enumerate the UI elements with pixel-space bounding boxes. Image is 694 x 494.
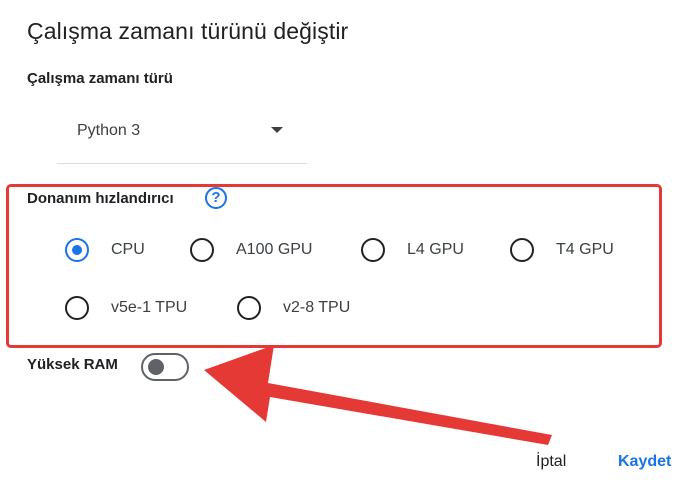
runtime-type-label: Çalışma zamanı türü — [27, 70, 173, 87]
radio-t4-gpu[interactable]: T4 GPU — [510, 238, 614, 262]
radio-circle-icon — [65, 238, 89, 262]
radio-circle-icon — [237, 296, 261, 320]
radio-v2-8-tpu[interactable]: v2-8 TPU — [237, 296, 350, 320]
cancel-button[interactable]: İptal — [536, 453, 566, 471]
radio-a100-gpu[interactable]: A100 GPU — [190, 238, 312, 262]
change-runtime-dialog: Çalışma zamanı türünü değiştir Çalışma z… — [0, 0, 694, 494]
caret-down-icon — [271, 127, 283, 133]
toggle-knob — [148, 359, 164, 375]
radio-circle-icon — [190, 238, 214, 262]
radio-label: CPU — [111, 241, 145, 258]
radio-label: A100 GPU — [236, 241, 313, 258]
radio-v5e-1-tpu[interactable]: v5e-1 TPU — [65, 296, 187, 320]
radio-label: L4 GPU — [407, 241, 464, 258]
runtime-type-select[interactable]: Python 3 — [57, 108, 307, 164]
radio-label: v5e-1 TPU — [111, 299, 188, 316]
radio-cpu[interactable]: CPU — [65, 238, 145, 262]
radio-label: T4 GPU — [556, 241, 614, 258]
hardware-accelerator-label: Donanım hızlandırıcı — [27, 190, 174, 207]
radio-label: v2-8 TPU — [283, 299, 351, 316]
dialog-title: Çalışma zamanı türünü değiştir — [27, 18, 349, 44]
hardware-accelerator-highlight-box — [6, 184, 662, 348]
radio-circle-icon — [361, 238, 385, 262]
runtime-type-value: Python 3 — [77, 122, 141, 139]
radio-circle-icon — [65, 296, 89, 320]
radio-circle-icon — [510, 238, 534, 262]
high-ram-label: Yüksek RAM — [27, 356, 118, 373]
radio-l4-gpu[interactable]: L4 GPU — [361, 238, 464, 262]
save-button[interactable]: Kaydet — [618, 453, 671, 471]
high-ram-toggle[interactable] — [141, 353, 189, 381]
help-circle-icon[interactable]: ? — [205, 187, 227, 209]
